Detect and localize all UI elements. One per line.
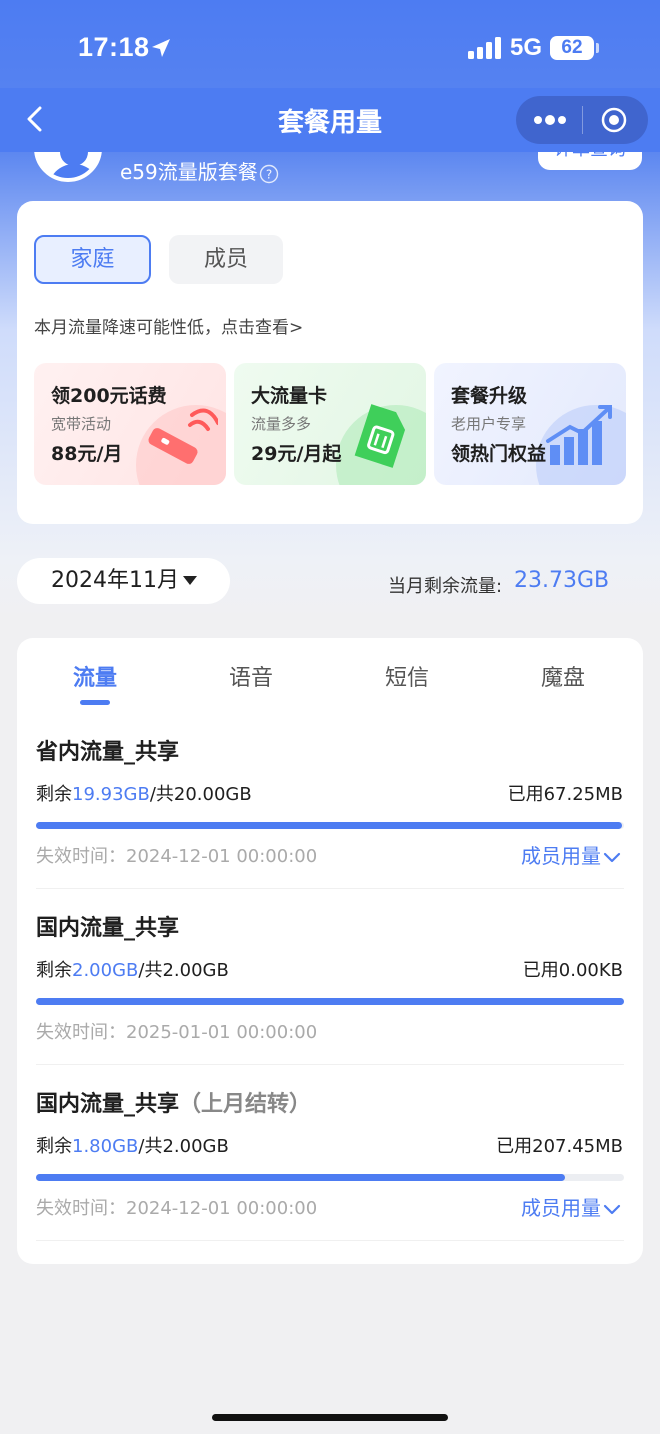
active-tab-indicator <box>80 700 110 705</box>
usage-item-title: 国内流量_共享（上月结转） <box>36 1086 311 1118</box>
member-usage-label: 成员用量 <box>521 1196 601 1220</box>
usage-item-title-text: 国内流量_共享 <box>36 916 180 941</box>
tab-sms[interactable]: 短信 <box>347 660 467 692</box>
battery-tip <box>596 43 599 53</box>
remain-prefix: 剩余 <box>36 784 72 805</box>
speed-tip-link[interactable]: 本月流量降速可能性低，点击查看> <box>34 313 303 338</box>
member-usage-link[interactable]: 成员用量 <box>521 1192 621 1221</box>
item-divider <box>36 888 624 889</box>
promo-subtitle: 老用户专享 <box>451 415 527 433</box>
usage-card: 流量 语音 短信 魔盘 省内流量_共享 剩余19.93GB/共20.00GB 已… <box>17 638 643 1264</box>
remain-amount: 2.00GB <box>72 960 139 981</box>
used-amount: 已用207.45MB <box>496 1136 623 1157</box>
usage-progress-track <box>36 998 624 1005</box>
avatar-body <box>48 164 98 178</box>
help-icon[interactable]: ? <box>259 164 279 184</box>
item-divider <box>36 1064 624 1065</box>
router-icon <box>148 408 218 464</box>
promo-title: 大流量卡 <box>251 385 328 407</box>
usage-item-title-text: 国内流量_共享 <box>36 1092 180 1117</box>
promo-card-data-sim[interactable]: 大流量卡 流量多多 29元/月起 <box>234 363 426 485</box>
usage-remaining: 剩余1.80GB/共2.00GB <box>36 1132 229 1158</box>
usage-progress-track <box>36 822 624 829</box>
battery-level: 62 <box>561 37 583 58</box>
promo-price: 领热门权益 <box>451 443 547 465</box>
avatar <box>34 152 102 182</box>
usage-item: 国内流量_共享（上月结转） 剩余1.80GB/共2.00GB 已用207.45M… <box>17 1084 643 1260</box>
remaining-total-value: 23.73GB <box>514 568 610 593</box>
remaining-total-label: 当月剩余流量: <box>388 576 503 597</box>
promo-subtitle: 宽带活动 <box>51 415 112 433</box>
capsule-divider <box>582 106 583 134</box>
status-bar: 17:18 5G 62 <box>0 0 660 100</box>
household-card: 家庭 成员 本月流量降速可能性低，点击查看> 领200元话费 宽带活动 88元/… <box>17 201 643 524</box>
miniprogram-capsule <box>516 96 648 144</box>
usage-item-title: 国内流量_共享 <box>36 910 179 942</box>
tab-voice[interactable]: 语音 <box>191 660 311 692</box>
total-amount: /共20.00GB <box>149 784 252 805</box>
remain-amount: 19.93GB <box>72 784 150 805</box>
promo-subtitle: 流量多多 <box>251 415 312 433</box>
usage-progress-fill <box>36 1174 566 1181</box>
home-indicator <box>212 1414 448 1421</box>
tab-cloud-disk[interactable]: 魔盘 <box>503 660 623 692</box>
remain-prefix: 剩余 <box>36 1136 72 1157</box>
usage-item-title: 省内流量_共享 <box>36 734 179 766</box>
promo-card-upgrade[interactable]: 套餐升级 老用户专享 领热门权益 <box>434 363 626 485</box>
usage-progress-fill <box>36 822 622 829</box>
tab-data[interactable]: 流量 <box>35 660 155 692</box>
promo-title: 套餐升级 <box>451 385 528 407</box>
sim-card-icon <box>354 404 406 468</box>
caret-down-icon <box>183 576 197 585</box>
detail-query-button[interactable]: 详单查询 <box>538 152 642 170</box>
remain-amount: 1.80GB <box>72 1136 139 1157</box>
item-divider <box>36 1240 624 1241</box>
tab-member[interactable]: 成员 <box>169 235 283 284</box>
status-time: 17:18 <box>78 32 150 62</box>
network-type: 5G <box>510 34 543 61</box>
growth-chart-icon <box>546 405 612 465</box>
plan-name: e59流量版套餐 <box>120 160 258 184</box>
chevron-down-icon <box>603 852 621 862</box>
total-amount: /共2.00GB <box>138 960 229 981</box>
promo-price: 88元/月 <box>51 443 123 465</box>
avatar-inner <box>44 152 98 178</box>
profile-row: e59流量版套餐 ? 详单查询 <box>0 152 660 200</box>
chevron-down-icon <box>603 1204 621 1214</box>
tab-family[interactable]: 家庭 <box>34 235 151 284</box>
month-selector[interactable]: 2024年11月 <box>17 558 230 604</box>
battery-icon: 62 <box>550 36 594 60</box>
usage-remaining: 剩余19.93GB/共20.00GB <box>36 780 252 806</box>
location-arrow-icon <box>152 39 170 57</box>
promo-card-broadband[interactable]: 领200元话费 宽带活动 88元/月 <box>34 363 226 485</box>
signal-icon <box>468 37 501 59</box>
expire-time: 失效时间：2024-12-01 00:00:00 <box>36 846 318 867</box>
promo-price: 29元/月起 <box>251 443 342 465</box>
usage-item-title-suffix: （上月结转） <box>179 1092 312 1117</box>
svg-text:?: ? <box>266 168 272 182</box>
member-usage-link[interactable]: 成员用量 <box>521 840 621 869</box>
more-dots-icon[interactable] <box>530 108 570 132</box>
usage-progress-track <box>36 1174 624 1181</box>
usage-progress-fill <box>36 998 624 1005</box>
used-amount: 已用67.25MB <box>507 784 623 805</box>
used-amount: 已用0.00KB <box>522 960 623 981</box>
usage-remaining: 剩余2.00GB/共2.00GB <box>36 956 229 982</box>
close-target-icon[interactable] <box>600 106 628 134</box>
usage-item-title-text: 省内流量_共享 <box>36 740 180 765</box>
usage-item: 省内流量_共享 剩余19.93GB/共20.00GB 已用67.25MB 失效时… <box>17 732 643 908</box>
month-value: 2024年11月 <box>51 568 179 593</box>
nav-bar: 套餐用量 <box>0 88 660 152</box>
member-usage-label: 成员用量 <box>521 844 601 868</box>
usage-item: 国内流量_共享 剩余2.00GB/共2.00GB 已用0.00KB 失效时间：2… <box>17 908 643 1084</box>
expire-time: 失效时间：2024-12-01 00:00:00 <box>36 1198 318 1219</box>
remain-prefix: 剩余 <box>36 960 72 981</box>
expire-time: 失效时间：2025-01-01 00:00:00 <box>36 1022 318 1043</box>
total-amount: /共2.00GB <box>138 1136 229 1157</box>
